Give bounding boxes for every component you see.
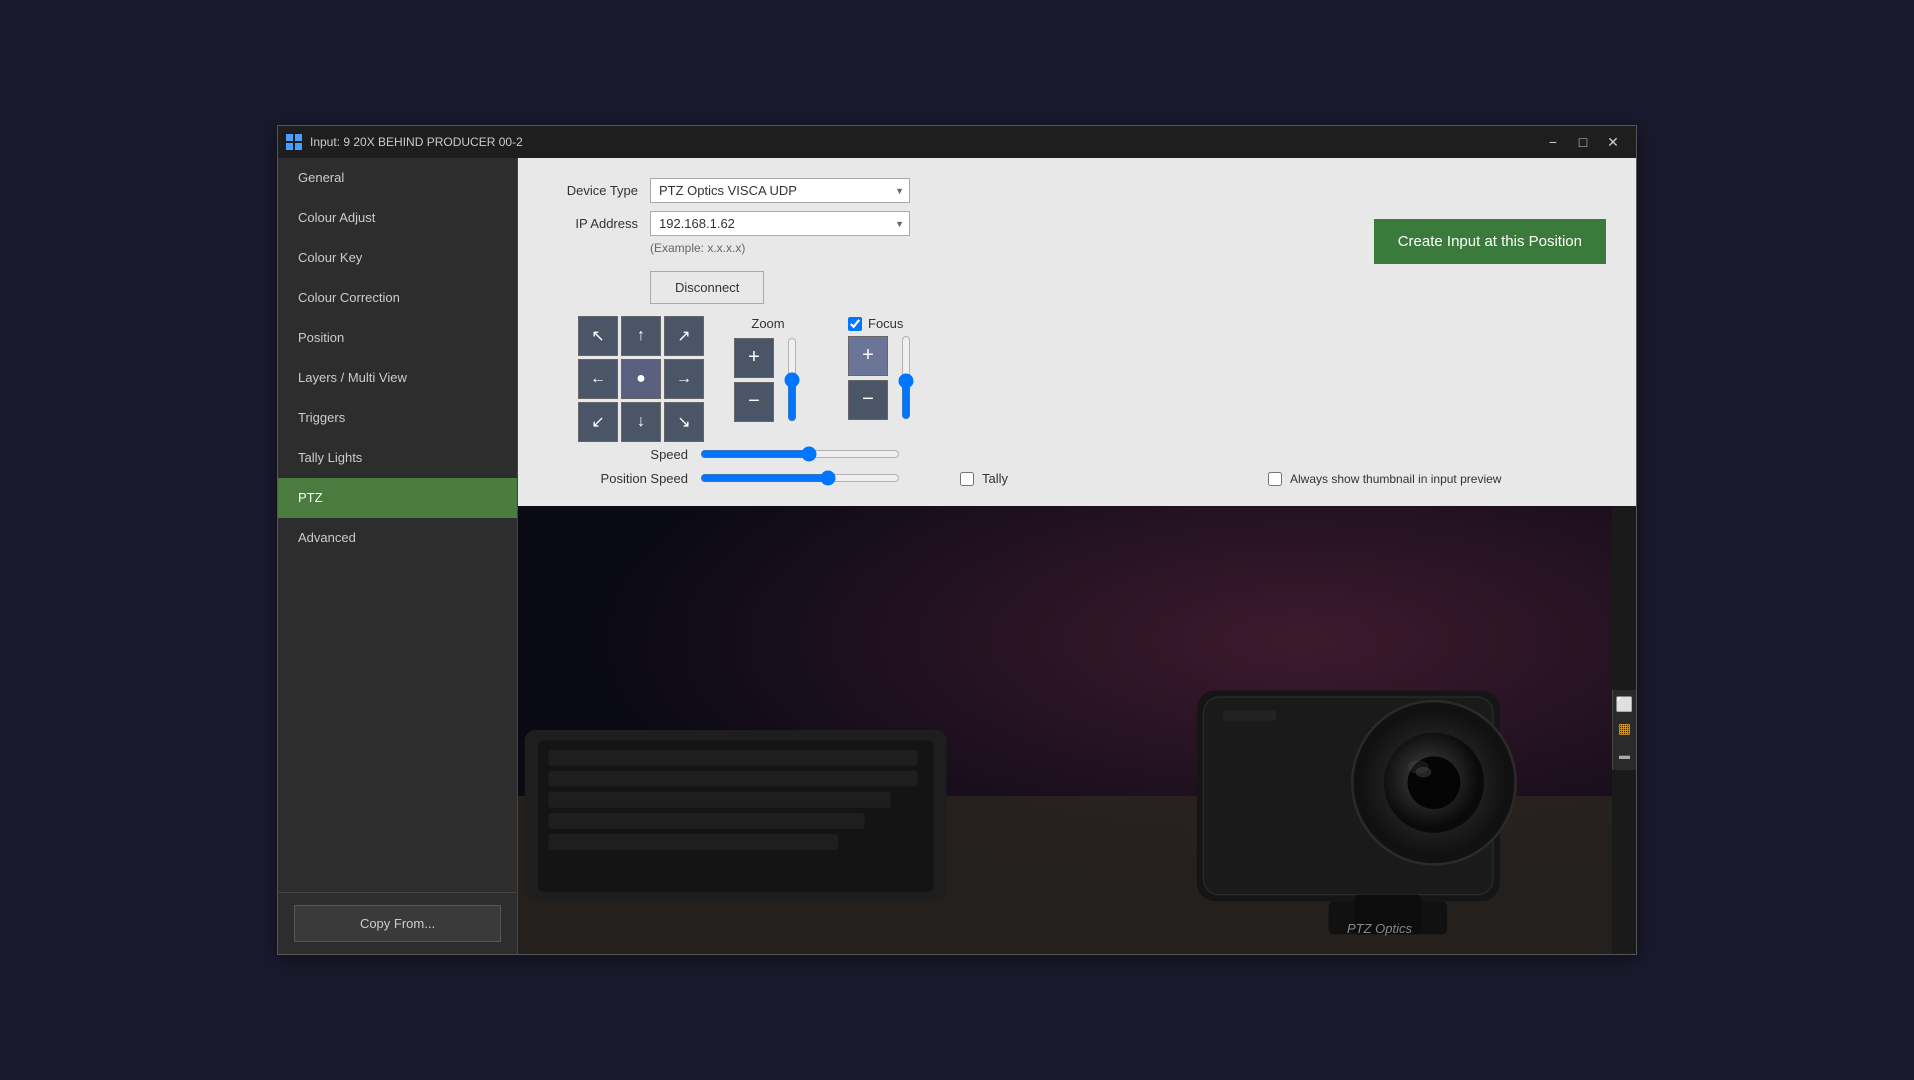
- sidebar-item-colour-key[interactable]: Colour Key: [278, 238, 517, 278]
- speed-controls: Speed Position Speed: [578, 446, 900, 486]
- zoom-label: Zoom: [751, 316, 784, 331]
- ptz-optics-watermark: PTZ Optics: [1347, 921, 1412, 936]
- focus-buttons: + −: [848, 336, 888, 420]
- dpad-downright-button[interactable]: ↘: [664, 402, 704, 442]
- tally-thumbnail-section: Tally: [960, 467, 1008, 486]
- always-show-thumbnail-label[interactable]: Always show thumbnail in input preview: [1290, 472, 1501, 486]
- ip-address-label: IP Address: [548, 216, 638, 231]
- sidebar-item-advanced[interactable]: Advanced: [278, 518, 517, 558]
- main-window: Input: 9 20X BEHIND PRODUCER 00-2 − □ ✕ …: [277, 125, 1637, 955]
- device-type-select[interactable]: PTZ Optics VISCA UDP: [650, 178, 910, 203]
- zoom-section: Zoom + −: [734, 316, 802, 422]
- tally-section: Tally: [960, 471, 1008, 486]
- position-speed-slider[interactable]: [700, 470, 900, 486]
- sidebar-footer: Copy From...: [278, 892, 517, 954]
- focus-out-button[interactable]: −: [848, 380, 888, 420]
- bottom-panel-icon[interactable]: ▬: [1615, 746, 1635, 766]
- position-speed-row: Position Speed: [578, 470, 900, 486]
- ip-address-select[interactable]: 192.168.1.62: [650, 211, 910, 236]
- focus-controls: + −: [848, 335, 916, 420]
- dpad-up-button[interactable]: ↑: [621, 316, 661, 356]
- maximize-button[interactable]: □: [1568, 127, 1598, 157]
- position-speed-label: Position Speed: [578, 471, 688, 486]
- copy-from-button[interactable]: Copy From...: [294, 905, 501, 942]
- close-button[interactable]: ✕: [1598, 127, 1628, 157]
- dpad-upleft-button[interactable]: ↖: [578, 316, 618, 356]
- sidebar-item-ptz[interactable]: PTZ: [278, 478, 517, 518]
- sidebar-item-tally-lights[interactable]: Tally Lights: [278, 438, 517, 478]
- sidebar-item-general[interactable]: General: [278, 158, 517, 198]
- sidebar-item-position[interactable]: Position: [278, 318, 517, 358]
- ip-example-text: (Example: x.x.x.x): [650, 241, 745, 255]
- zoom-buttons: + −: [734, 338, 774, 422]
- zoom-in-button[interactable]: +: [734, 338, 774, 378]
- dpad-left-button[interactable]: ←: [578, 359, 618, 399]
- focus-header: Focus: [848, 316, 903, 331]
- sidebar: General Colour Adjust Colour Key Colour …: [278, 158, 518, 954]
- device-form: Device Type PTZ Optics VISCA UDP IP Addr…: [548, 178, 910, 304]
- ip-address-select-container: 192.168.1.62: [650, 211, 910, 236]
- right-sidebar: ⬜ ▦ ▬: [1612, 690, 1636, 770]
- sidebar-nav: General Colour Adjust Colour Key Colour …: [278, 158, 517, 892]
- tally-checkbox[interactable]: [960, 472, 974, 486]
- tally-label[interactable]: Tally: [982, 471, 1008, 486]
- dpad-downleft-button[interactable]: ↙: [578, 402, 618, 442]
- device-type-label: Device Type: [548, 183, 638, 198]
- always-show-thumbnail-checkbox[interactable]: [1268, 472, 1282, 486]
- app-icon: [286, 134, 302, 150]
- window-title: Input: 9 20X BEHIND PRODUCER 00-2: [310, 135, 1538, 149]
- preview-area: PTZ Optics ⬜ ▦ ▬: [518, 506, 1636, 954]
- speed-slider[interactable]: [700, 446, 900, 462]
- device-type-select-container: PTZ Optics VISCA UDP: [650, 178, 910, 203]
- sidebar-item-layers-multi-view[interactable]: Layers / Multi View: [278, 358, 517, 398]
- zoom-controls: + −: [734, 337, 802, 422]
- sidebar-item-triggers[interactable]: Triggers: [278, 398, 517, 438]
- focus-in-button[interactable]: +: [848, 336, 888, 376]
- window-controls: − □ ✕: [1538, 127, 1628, 157]
- disconnect-button[interactable]: Disconnect: [650, 271, 764, 304]
- dpad-down-button[interactable]: ↓: [621, 402, 661, 442]
- focus-checkbox[interactable]: [848, 317, 862, 331]
- ptz-dpad: ↖ ↑ ↗ ← ● → ↙ ↓ ↘: [578, 316, 704, 442]
- main-content: Device Type PTZ Optics VISCA UDP IP Addr…: [518, 158, 1636, 954]
- always-show-thumbnail-section: Always show thumbnail in input preview: [1268, 472, 1501, 486]
- zoom-slider[interactable]: [782, 337, 802, 422]
- dpad-center-button[interactable]: ●: [621, 359, 661, 399]
- sidebar-item-colour-adjust[interactable]: Colour Adjust: [278, 198, 517, 238]
- color-grid-icon[interactable]: ▦: [1615, 718, 1635, 738]
- dpad-right-button[interactable]: →: [664, 359, 704, 399]
- focus-section: Focus + −: [848, 316, 916, 420]
- focus-slider[interactable]: [896, 335, 916, 420]
- minimize-button[interactable]: −: [1538, 127, 1568, 157]
- create-input-button[interactable]: Create Input at this Position: [1374, 219, 1606, 264]
- preview-image: PTZ Optics: [518, 506, 1612, 954]
- focus-label[interactable]: Focus: [868, 316, 903, 331]
- preview-svg: [518, 506, 1612, 954]
- settings-panel: Device Type PTZ Optics VISCA UDP IP Addr…: [518, 158, 1636, 506]
- window-body: General Colour Adjust Colour Key Colour …: [278, 158, 1636, 954]
- dpad-upright-button[interactable]: ↗: [664, 316, 704, 356]
- sidebar-item-colour-correction[interactable]: Colour Correction: [278, 278, 517, 318]
- speed-row: Speed: [578, 446, 900, 462]
- speed-label: Speed: [578, 447, 688, 462]
- layout-icon[interactable]: ⬜: [1615, 694, 1635, 714]
- title-bar: Input: 9 20X BEHIND PRODUCER 00-2 − □ ✕: [278, 126, 1636, 158]
- zoom-out-button[interactable]: −: [734, 382, 774, 422]
